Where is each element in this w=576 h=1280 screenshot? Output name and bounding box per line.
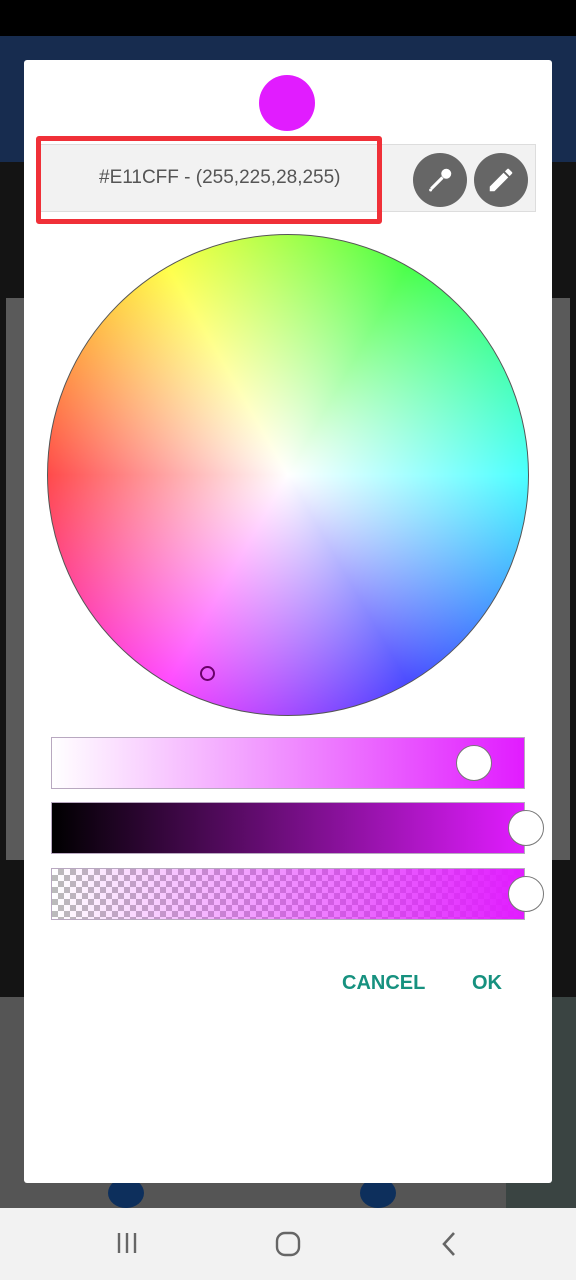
color-wheel[interactable] [47,234,529,716]
cancel-button[interactable]: CANCEL [342,972,425,995]
edit-button[interactable] [474,153,528,207]
alpha-slider[interactable] [51,868,544,920]
color-preview [259,75,315,131]
color-wheel-selector[interactable] [200,666,215,681]
home-icon[interactable] [274,1230,302,1263]
eyedropper-icon [429,168,452,192]
brightness-slider-thumb[interactable] [508,810,544,846]
highlight-box [36,136,382,224]
brightness-slider[interactable] [51,802,544,854]
navigation-bar [0,1208,576,1280]
color-picker-dialog: #E11CFF - (255,225,28,255) CANCEL OK [24,60,552,1183]
saturation-slider-thumb[interactable] [455,745,492,781]
recents-icon[interactable] [114,1230,140,1261]
ok-button[interactable]: OK [472,972,502,995]
back-icon[interactable] [438,1230,460,1263]
eyedropper-button[interactable] [413,153,467,207]
alpha-slider-thumb[interactable] [508,876,544,912]
saturation-slider[interactable] [51,737,525,789]
status-bar [0,0,576,36]
pencil-icon [489,168,513,192]
